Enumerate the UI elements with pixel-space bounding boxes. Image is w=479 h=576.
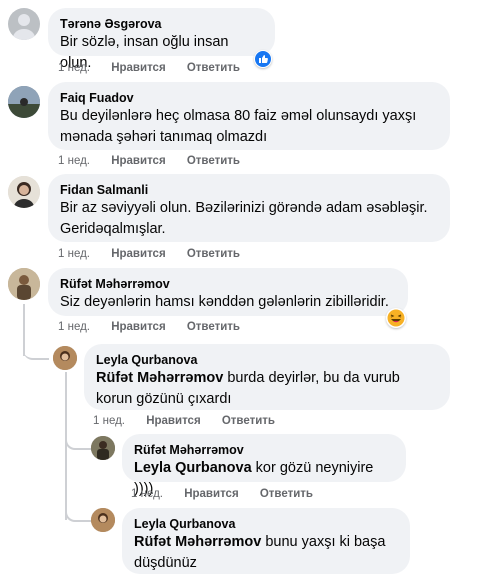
reply-bubble: Leyla Qurbanova Rüfət Məhərrəmov burda d… <box>84 344 450 410</box>
reply-text-line: Rüfət Məhərrəmov burda deyirlər, bu da v… <box>96 368 438 389</box>
like-button[interactable]: Нравится <box>184 488 238 500</box>
mention-link[interactable]: Rüfət Məhərrəmov <box>134 534 261 550</box>
comment-actions: 1 нед. Нравится Ответить <box>58 155 258 167</box>
comment-author[interactable]: Faiq Fuadov <box>60 90 438 106</box>
reply-actions: 1 нед. Нравится Ответить <box>131 488 331 500</box>
reply-author[interactable]: Rüfət Məhərrəmov <box>134 442 394 458</box>
reply-author[interactable]: Leyla Qurbanova <box>134 516 398 532</box>
comment-time[interactable]: 1 нед. <box>58 321 90 333</box>
comment-author[interactable]: Fidan Salmanli <box>60 182 438 198</box>
comment-bubble: Faiq Fuadov Bu deyilənlərə heç olmasa 80… <box>48 82 450 150</box>
thread-connector <box>65 502 91 522</box>
reply-time[interactable]: 1 нед. <box>131 488 163 500</box>
avatar[interactable] <box>8 8 40 40</box>
comment-time[interactable]: 1 нед. <box>58 62 90 74</box>
comment-author[interactable]: Tərənə Əsgərova <box>60 16 263 32</box>
avatar[interactable] <box>8 268 40 300</box>
comment-text-line: mənada şəhəri tanımaq olmazdı <box>60 129 268 145</box>
comment-author[interactable]: Rüfət Məhərrəmov <box>60 276 396 292</box>
reply-bubble: Rüfət Məhərrəmov Leyla Qurbanova kor göz… <box>122 434 406 497</box>
comment-actions: 1 нед. Нравится Ответить <box>58 62 258 74</box>
person-avatar-icon <box>8 268 40 300</box>
comment-text-line: Geridəqalmışlar. <box>60 221 166 237</box>
comment-actions: 1 нед. Нравится Ответить <box>58 321 258 333</box>
reply-text: burda deyirlər, bu da vurub <box>223 370 400 386</box>
avatar[interactable] <box>8 86 40 118</box>
reply-bubble: Leyla Qurbanova Rüfət Məhərrəmov bunu ya… <box>122 508 410 574</box>
like-button[interactable]: Нравится <box>146 415 200 427</box>
person-avatar-icon <box>91 508 115 532</box>
comment-text-line: Bir az səviyyəli olun. Bəzilərinizi görə… <box>60 200 428 216</box>
thread-connector <box>23 340 49 360</box>
person-avatar-icon <box>91 436 115 460</box>
reply-time[interactable]: 1 нед. <box>93 415 125 427</box>
reply-button[interactable]: Ответить <box>260 488 313 500</box>
comment-text-line: Bu deyilənlərə heç olmasa 80 faiz əməl o… <box>60 108 417 124</box>
thread-connector <box>65 432 91 450</box>
like-button[interactable]: Нравится <box>111 155 165 167</box>
person-avatar-icon <box>53 346 77 370</box>
comment-time[interactable]: 1 нед. <box>58 155 90 167</box>
reaction-badge[interactable] <box>386 308 406 328</box>
mention-link[interactable]: Rüfət Məhərrəmov <box>96 370 223 386</box>
avatar[interactable] <box>91 508 115 532</box>
comment-bubble: Rüfət Məhərrəmov Siz deyənlərin hamsı kə… <box>48 268 408 316</box>
landscape-avatar-icon <box>8 86 40 118</box>
default-avatar-icon <box>13 14 35 40</box>
reply-text-line: korun gözünü çıxardı <box>96 391 232 407</box>
reply-text-line: düşdünüz <box>134 555 197 571</box>
comment-bubble: Fidan Salmanli Bir az səviyyəli olun. Bə… <box>48 174 450 242</box>
comment-text: Siz deyənlərin hamsı kənddən gələnlərin … <box>60 294 389 310</box>
reply-button[interactable]: Ответить <box>187 321 240 333</box>
like-button[interactable]: Нравится <box>111 321 165 333</box>
reply-button[interactable]: Ответить <box>187 248 240 260</box>
like-button[interactable]: Нравится <box>111 62 165 74</box>
comment-bubble: Tərənə Əsgərova Bir sözlə, insan oğlu in… <box>48 8 275 71</box>
person-avatar-icon <box>8 176 40 208</box>
reply-text: bunu yaxşı ki başa <box>261 534 386 550</box>
reply-button[interactable]: Ответить <box>187 62 240 74</box>
reply-button[interactable]: Ответить <box>222 415 275 427</box>
reply-button[interactable]: Ответить <box>187 155 240 167</box>
avatar[interactable] <box>53 346 77 370</box>
like-button[interactable]: Нравится <box>111 248 165 260</box>
comment-time[interactable]: 1 нед. <box>58 248 90 260</box>
avatar[interactable] <box>8 176 40 208</box>
comment-actions: 1 нед. Нравится Ответить <box>58 248 258 260</box>
haha-icon <box>387 309 405 327</box>
reply-text-line: Rüfət Məhərrəmov bunu yaxşı ki başa <box>134 532 398 553</box>
mention-link[interactable]: Leyla Qurbanova <box>134 460 252 476</box>
reply-author[interactable]: Leyla Qurbanova <box>96 352 438 368</box>
avatar[interactable] <box>91 436 115 460</box>
reply-actions: 1 нед. Нравится Ответить <box>93 415 293 427</box>
